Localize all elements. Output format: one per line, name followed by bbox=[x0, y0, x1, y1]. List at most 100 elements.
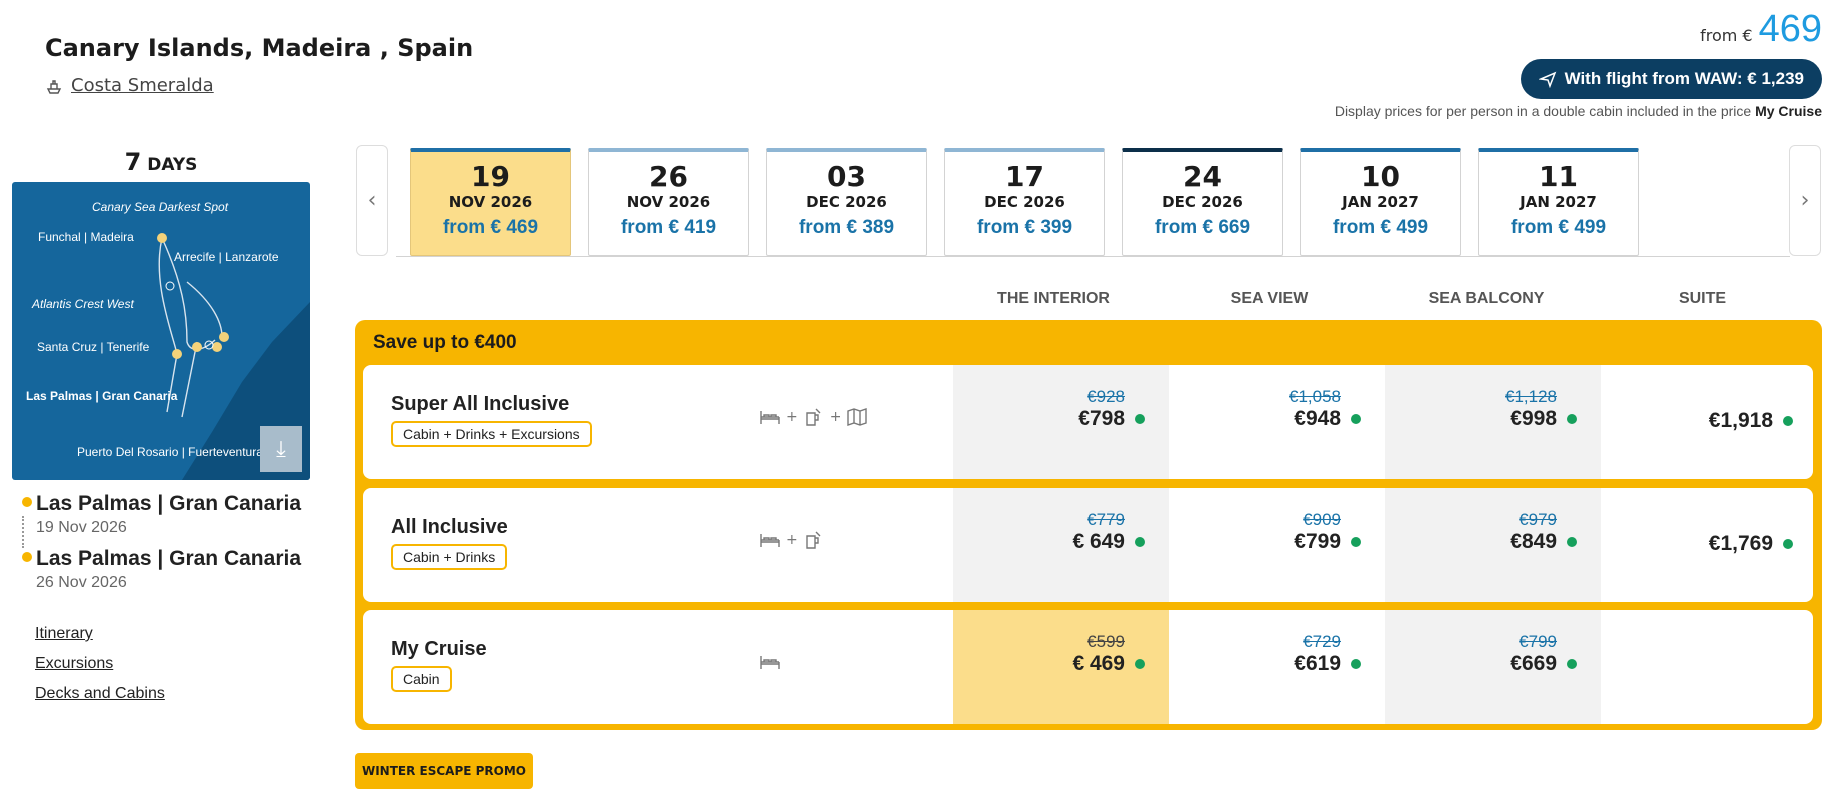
winter-promo-badge[interactable]: WINTER ESCAPE PROMO bbox=[355, 753, 533, 789]
dates-next-button[interactable]: › bbox=[1789, 145, 1821, 256]
current-price: €669 bbox=[1385, 652, 1577, 676]
package-badge: Cabin + Drinks + Excursions bbox=[391, 421, 592, 447]
lead-price: from € 469 bbox=[1700, 8, 1822, 51]
itinerary-link[interactable]: Itinerary bbox=[35, 625, 165, 643]
date-day: 11 bbox=[1539, 160, 1578, 193]
old-price: €928 bbox=[1087, 387, 1125, 406]
decks-cabins-link[interactable]: Decks and Cabins bbox=[35, 685, 165, 703]
date-card[interactable]: 26 NOV 2026 from € 419 bbox=[588, 148, 749, 256]
departure-dates: 19 NOV 2026 from € 469 26 NOV 2026 from € 41… bbox=[410, 148, 1639, 256]
package-badge: Cabin bbox=[391, 666, 452, 692]
price-cell[interactable]: €1,128 €998 bbox=[1385, 365, 1601, 479]
days-number: 7 bbox=[124, 148, 142, 176]
old-price: €729 bbox=[1303, 632, 1341, 651]
date-card[interactable]: 10 JAN 2027 from € 499 bbox=[1300, 148, 1461, 256]
old-price: €979 bbox=[1519, 510, 1557, 529]
date-card[interactable]: 24 DEC 2026 from € 669 bbox=[1122, 148, 1283, 256]
price-cell[interactable]: €928 €798 bbox=[953, 365, 1169, 479]
price-cell[interactable]: €1,918 bbox=[1601, 365, 1813, 479]
date-card[interactable]: 03 DEC 2026 from € 389 bbox=[766, 148, 927, 256]
available-dot-icon bbox=[1135, 659, 1145, 669]
date-card[interactable]: 19 NOV 2026 from € 469 bbox=[410, 148, 571, 256]
price-cell[interactable]: €1,769 bbox=[1601, 488, 1813, 602]
chevron-right-icon: › bbox=[1800, 188, 1810, 213]
download-icon: ⤓ bbox=[276, 436, 286, 462]
column-header-interior: THE INTERIOR bbox=[997, 290, 1110, 307]
current-price-value: €798 bbox=[1078, 407, 1125, 430]
map-label: Las Palmas | Gran Canaria bbox=[26, 389, 178, 403]
old-price: €909 bbox=[1303, 510, 1341, 529]
available-dot-icon bbox=[1567, 659, 1577, 669]
date-price: from € 469 bbox=[442, 217, 539, 238]
date-day: 26 bbox=[649, 160, 688, 193]
price-cell[interactable]: €1,058 €948 bbox=[1169, 365, 1385, 479]
route-divider bbox=[22, 516, 24, 548]
map-icon bbox=[847, 408, 868, 426]
available-dot-icon bbox=[1351, 659, 1361, 669]
date-price: from € 499 bbox=[1510, 217, 1607, 238]
date-month: JAN 2027 bbox=[1342, 193, 1419, 211]
date-price: from € 499 bbox=[1332, 217, 1429, 238]
current-price: €998 bbox=[1385, 407, 1577, 431]
port-name: Las Palmas | Gran Canaria bbox=[36, 547, 302, 570]
old-price: €1,128 bbox=[1505, 387, 1557, 406]
price-disclaimer: Display prices for per person in a doubl… bbox=[1335, 103, 1822, 119]
pin-icon bbox=[22, 552, 32, 562]
price-cell[interactable]: €729 €619 bbox=[1169, 610, 1385, 724]
package-row: Super All Inclusive Cabin + Drinks + Exc… bbox=[363, 365, 1813, 479]
price-cell[interactable]: €779 € 649 bbox=[953, 488, 1169, 602]
excursions-link[interactable]: Excursions bbox=[35, 655, 165, 673]
arrival-port: Las Palmas | Gran Canaria 26 Nov 2026 bbox=[22, 547, 301, 592]
side-links: Itinerary Excursions Decks and Cabins bbox=[35, 625, 165, 715]
drink-icon bbox=[806, 531, 821, 549]
date-card[interactable]: 17 DEC 2026 from € 399 bbox=[944, 148, 1105, 256]
dates-prev-button[interactable]: ‹ bbox=[356, 145, 388, 256]
package-icons: + + bbox=[758, 405, 869, 429]
dates-divider bbox=[396, 256, 1790, 257]
flight-button[interactable]: With flight from WAW: € 1,239 bbox=[1520, 59, 1822, 99]
map-label: Arrecife | Lanzarote bbox=[174, 250, 279, 264]
duration: 7 DAYS bbox=[12, 148, 310, 176]
map-label: Puerto Del Rosario | Fuerteventura bbox=[77, 445, 263, 459]
old-price: €779 bbox=[1087, 510, 1125, 529]
current-price-value: €619 bbox=[1294, 652, 1341, 675]
package-icons: + bbox=[758, 528, 826, 552]
disclaimer-text: Display prices for per person in a doubl… bbox=[1334, 103, 1752, 119]
route-map[interactable]: Canary Sea Darkest Spot Funchal | Madeir… bbox=[12, 182, 310, 480]
page-title: Canary Islands, Madeira , Spain bbox=[45, 34, 474, 62]
available-dot-icon bbox=[1567, 414, 1577, 424]
column-header-suite: SUITE bbox=[1678, 290, 1727, 307]
date-month: NOV 2026 bbox=[626, 193, 711, 211]
old-price: €599 bbox=[1087, 632, 1125, 651]
current-price: € 649 bbox=[953, 530, 1145, 554]
available-dot-icon bbox=[1783, 416, 1793, 426]
ship-icon bbox=[46, 79, 62, 94]
date-month: NOV 2026 bbox=[448, 193, 533, 211]
current-price-value: €948 bbox=[1294, 407, 1341, 430]
current-price: €948 bbox=[1169, 407, 1361, 431]
ship-link[interactable]: Costa Smeralda bbox=[45, 75, 214, 96]
package-badge: Cabin + Drinks bbox=[391, 544, 508, 570]
drink-icon bbox=[806, 408, 821, 426]
date-month: DEC 2026 bbox=[1162, 193, 1243, 211]
price-cell[interactable]: €979 €849 bbox=[1385, 488, 1601, 602]
current-price: €1,769 bbox=[1601, 532, 1793, 556]
map-label: Canary Sea Darkest Spot bbox=[92, 200, 229, 214]
current-price: €798 bbox=[953, 407, 1145, 431]
package-name: My Cruise bbox=[391, 638, 487, 660]
download-map-button[interactable]: ⤓ bbox=[260, 426, 302, 472]
promo-box: Save up to €400 Super All Inclusive Cabi… bbox=[355, 320, 1822, 730]
price-cell-selected[interactable]: €599 € 469 bbox=[953, 610, 1169, 724]
map-label: Santa Cruz | Tenerife bbox=[37, 340, 150, 354]
promo-title: Save up to €400 bbox=[373, 332, 517, 353]
price-cell[interactable]: €799 €669 bbox=[1385, 610, 1601, 724]
bed-icon bbox=[760, 656, 780, 669]
current-price: €619 bbox=[1169, 652, 1361, 676]
available-dot-icon bbox=[1351, 414, 1361, 424]
date-card[interactable]: 11 JAN 2027 from € 499 bbox=[1478, 148, 1639, 256]
price-cell[interactable]: €909 €799 bbox=[1169, 488, 1385, 602]
date-month: JAN 2027 bbox=[1520, 193, 1597, 211]
available-dot-icon bbox=[1567, 537, 1577, 547]
current-price: € 469 bbox=[953, 652, 1145, 676]
current-price-value: €849 bbox=[1510, 530, 1557, 553]
